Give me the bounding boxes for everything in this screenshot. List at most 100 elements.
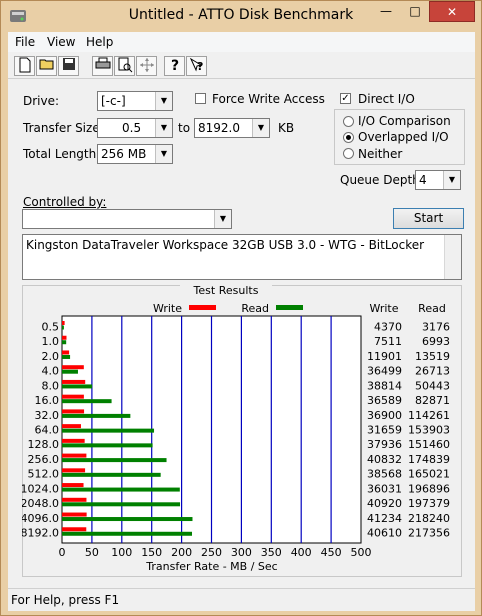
read-bar (62, 472, 161, 477)
read-value: 197379 (408, 497, 450, 510)
write-bar (62, 424, 81, 429)
read-value: 174839 (408, 453, 450, 466)
results-chart: Test Results Write Read Write Read 0.5 1.… (22, 285, 450, 573)
description-scrollbar[interactable] (444, 235, 461, 279)
y-tick-label: 1.0 (42, 335, 60, 348)
open-folder-icon[interactable] (36, 56, 57, 76)
write-value: 38814 (367, 379, 402, 392)
read-bar (62, 502, 181, 507)
write-bar (62, 512, 87, 517)
read-bar (62, 531, 193, 536)
write-bar (62, 394, 84, 399)
queue-depth-value: 4 (419, 173, 427, 187)
chevron-down-icon: ▼ (214, 210, 231, 228)
write-bar (62, 453, 87, 458)
menu-view[interactable]: View (47, 35, 75, 49)
save-icon[interactable] (58, 56, 79, 76)
read-value: 151460 (408, 438, 450, 451)
read-value: 50443 (415, 379, 450, 392)
write-value: 40832 (367, 453, 402, 466)
write-bar (62, 379, 86, 384)
write-bar (62, 409, 85, 414)
read-bar (62, 340, 67, 345)
client-area: File View Help ? ? Drive: [-c-] ▼ Force … (8, 32, 475, 611)
read-bar (62, 369, 78, 374)
chevron-down-icon: ▼ (252, 119, 269, 137)
legend-write-swatch (189, 305, 216, 310)
x-tick-label: 400 (291, 546, 312, 559)
read-bar (62, 428, 155, 433)
write-bar (62, 335, 67, 340)
direct-io-checkbox[interactable]: ✓ (340, 93, 351, 104)
write-bar (62, 350, 70, 355)
total-length-value: 256 MB (101, 147, 147, 161)
x-tick-label: 0 (59, 546, 66, 559)
legend-read-swatch (276, 305, 303, 310)
y-tick-label: 16.0 (35, 394, 60, 407)
menu-file[interactable]: File (15, 35, 35, 49)
overlapped-io-radio[interactable] (343, 132, 354, 143)
to-label: to (178, 121, 191, 135)
y-tick-label: 2.0 (42, 350, 60, 363)
help-icon[interactable]: ? (164, 56, 185, 76)
write-value: 41234 (367, 512, 402, 525)
minimize-button[interactable]: — (371, 1, 401, 22)
x-tick-label: 200 (171, 546, 192, 559)
force-write-checkbox[interactable] (195, 93, 206, 104)
maximize-button[interactable]: □ (401, 1, 429, 22)
transfer-from-select[interactable]: 0.5 ▼ (97, 118, 173, 138)
transfer-to-value: 8192.0 (198, 121, 240, 135)
context-help-icon[interactable]: ? (186, 56, 207, 76)
read-bar (62, 384, 93, 389)
start-button[interactable]: Start (393, 208, 464, 229)
total-length-select[interactable]: 256 MB ▼ (97, 144, 173, 164)
read-value: 26713 (415, 365, 450, 378)
read-value: 217356 (408, 527, 450, 540)
chevron-down-icon: ▼ (155, 92, 172, 110)
menu-bar: File View Help (8, 32, 475, 52)
drive-select[interactable]: [-c-] ▼ (97, 91, 173, 111)
y-tick-label: 256.0 (28, 453, 60, 466)
io-comparison-radio[interactable] (343, 116, 354, 127)
write-value: 36900 (367, 409, 402, 422)
neither-radio[interactable] (343, 148, 354, 159)
y-tick-label: 4096.0 (22, 512, 59, 525)
svg-text:?: ? (171, 58, 179, 73)
write-value: 31659 (367, 424, 402, 437)
description-field[interactable]: Kingston DataTraveler Workspace 32GB USB… (22, 234, 462, 280)
y-tick-label: 0.5 (42, 320, 60, 333)
controlled-by-select[interactable]: ▼ (22, 209, 232, 229)
y-tick-label: 8192.0 (22, 527, 59, 540)
y-tick-label: 512.0 (28, 468, 60, 481)
x-tick-label: 250 (201, 546, 222, 559)
queue-depth-select[interactable]: 4 ▼ (415, 170, 461, 190)
move-icon[interactable] (136, 56, 157, 76)
chevron-down-icon: ▼ (155, 119, 172, 137)
write-value: 11901 (367, 350, 402, 363)
read-bar (62, 413, 131, 418)
print-icon[interactable] (92, 56, 113, 76)
legend-write-label: Write (153, 302, 182, 315)
y-tick-label: 64.0 (35, 424, 60, 437)
read-bar (62, 325, 64, 330)
read-value: 218240 (408, 512, 450, 525)
chevron-down-icon: ▼ (155, 145, 172, 163)
new-document-icon[interactable] (14, 56, 35, 76)
transfer-from-value: 0.5 (122, 121, 142, 135)
x-tick-label: 350 (261, 546, 282, 559)
close-button[interactable]: ✕ (429, 1, 475, 22)
menu-help[interactable]: Help (86, 35, 113, 49)
legend-read-label: Read (241, 302, 269, 315)
write-value: 36589 (367, 394, 402, 407)
print-preview-icon[interactable] (114, 56, 135, 76)
transfer-to-select[interactable]: 8192.0 ▼ (194, 118, 270, 138)
write-bar (62, 497, 87, 502)
x-tick-label: 100 (111, 546, 132, 559)
read-value: 153903 (408, 424, 450, 437)
title-bar[interactable]: Untitled - ATTO Disk Benchmark — □ ✕ (1, 1, 481, 32)
x-tick-label: 500 (351, 546, 372, 559)
write-value: 36499 (367, 365, 402, 378)
read-value: 6993 (422, 335, 450, 348)
y-tick-label: 32.0 (35, 409, 60, 422)
read-value: 114261 (408, 409, 450, 422)
